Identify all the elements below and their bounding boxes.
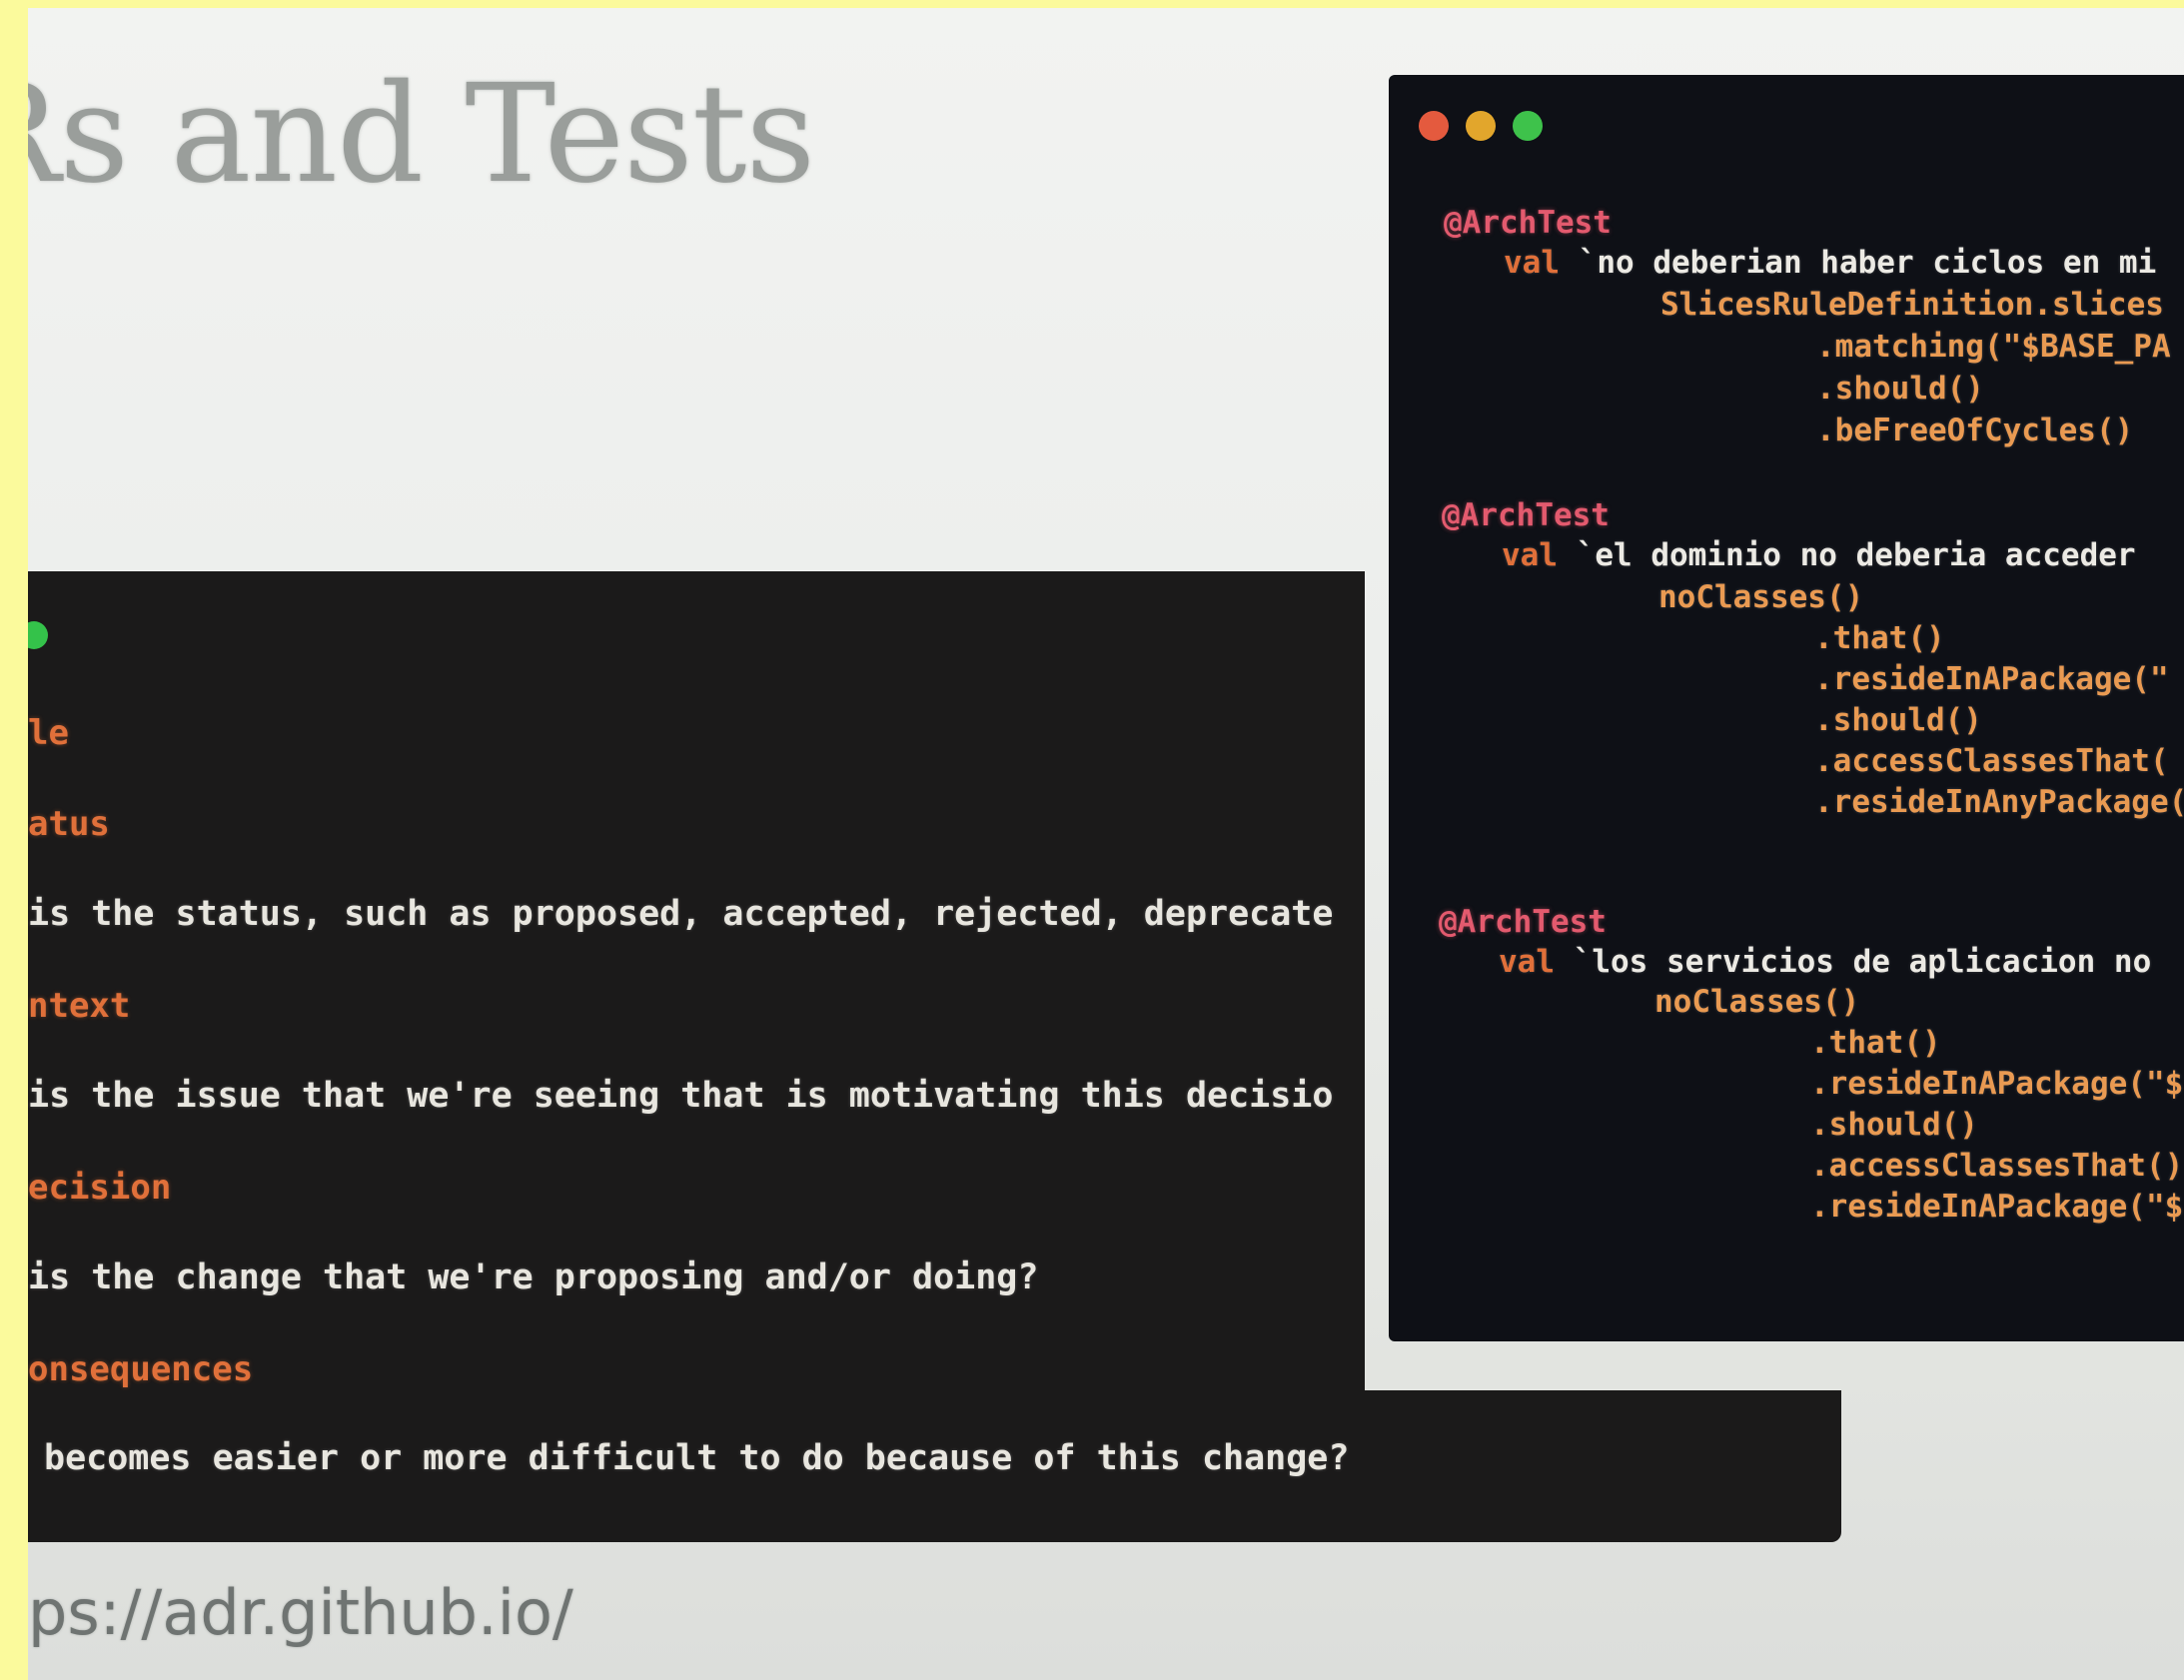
test-declaration: val `los servicios de aplicacion no	[1499, 944, 2151, 980]
val-keyword: val	[1499, 944, 1555, 980]
test-name: `los servicios de aplicacion no	[1573, 944, 2152, 980]
code-chain-line: .that()	[1810, 1025, 1941, 1061]
code-chain-line: noClasses()	[1654, 984, 1860, 1020]
test-name: `no deberian haber ciclos en mi	[1578, 245, 2157, 281]
code-chain-line: .should()	[1816, 371, 1984, 407]
val-keyword: val	[1502, 537, 1558, 573]
window-close-dot-icon	[1419, 111, 1449, 141]
adr-body-context: is the issue that we're seeing that is m…	[28, 1076, 1334, 1116]
slide: Rs and Tests le atus is the status, such…	[28, 8, 2184, 1680]
adr-template-panel-extension: becomes easier or more difficult to do b…	[28, 1390, 1841, 1542]
code-chain-line: .resideInAPackage("$	[1810, 1066, 2184, 1102]
window-maximize-dot-icon	[1513, 111, 1543, 141]
code-chain-line: noClasses()	[1658, 579, 1864, 615]
window-minimize-dot-icon	[1466, 111, 1496, 141]
window-green-dot-icon	[28, 621, 48, 649]
code-chain-line: .resideInAPackage("$	[1810, 1189, 2184, 1225]
code-chain-line: .should()	[1814, 702, 1982, 738]
code-chain-line: SlicesRuleDefinition.slices	[1660, 287, 2164, 323]
adr-heading-status: atus	[28, 804, 110, 844]
code-chain-line: .resideInAnyPackage(	[1814, 784, 2184, 820]
arch-test-annotation: @ArchTest	[1442, 497, 1610, 533]
code-chain-line: .that()	[1814, 620, 1945, 656]
reference-url: ps://adr.github.io/	[28, 1576, 573, 1649]
adr-body-decision: is the change that we're proposing and/o…	[28, 1258, 1039, 1297]
code-chain-line: .should()	[1810, 1107, 1978, 1143]
adr-heading-context: ntext	[28, 986, 131, 1026]
test-name: `el dominio no deberia acceder	[1576, 537, 2136, 573]
code-chain-line: .accessClassesThat()	[1810, 1148, 2184, 1184]
adr-template-panel: le atus is the status, such as proposed,…	[28, 571, 1365, 1390]
adr-heading-consequences: onsequences	[28, 1349, 254, 1389]
adr-heading-title: le	[28, 713, 69, 753]
code-chain-line: .matching("$BASE_PA	[1816, 329, 2171, 365]
arch-test-annotation: @ArchTest	[1439, 904, 1607, 940]
code-chain-line: .resideInAPackage("	[1814, 661, 2169, 697]
adr-body-status: is the status, such as proposed, accepte…	[28, 894, 1334, 934]
test-declaration: val `el dominio no deberia acceder	[1502, 537, 2136, 573]
adr-body-consequences: becomes easier or more difficult to do b…	[44, 1438, 1350, 1478]
test-declaration: val `no deberian haber ciclos en mi	[1504, 245, 2156, 281]
val-keyword: val	[1504, 245, 1560, 281]
adr-heading-decision: ecision	[28, 1168, 172, 1208]
slide-title: Rs and Tests	[28, 56, 815, 214]
code-window: @ArchTest val `no deberian haber ciclos …	[1389, 75, 2184, 1341]
code-chain-line: .accessClassesThat(	[1814, 743, 2169, 779]
arch-test-annotation: @ArchTest	[1444, 205, 1612, 241]
code-chain-line: .beFreeOfCycles()	[1816, 413, 2134, 448]
